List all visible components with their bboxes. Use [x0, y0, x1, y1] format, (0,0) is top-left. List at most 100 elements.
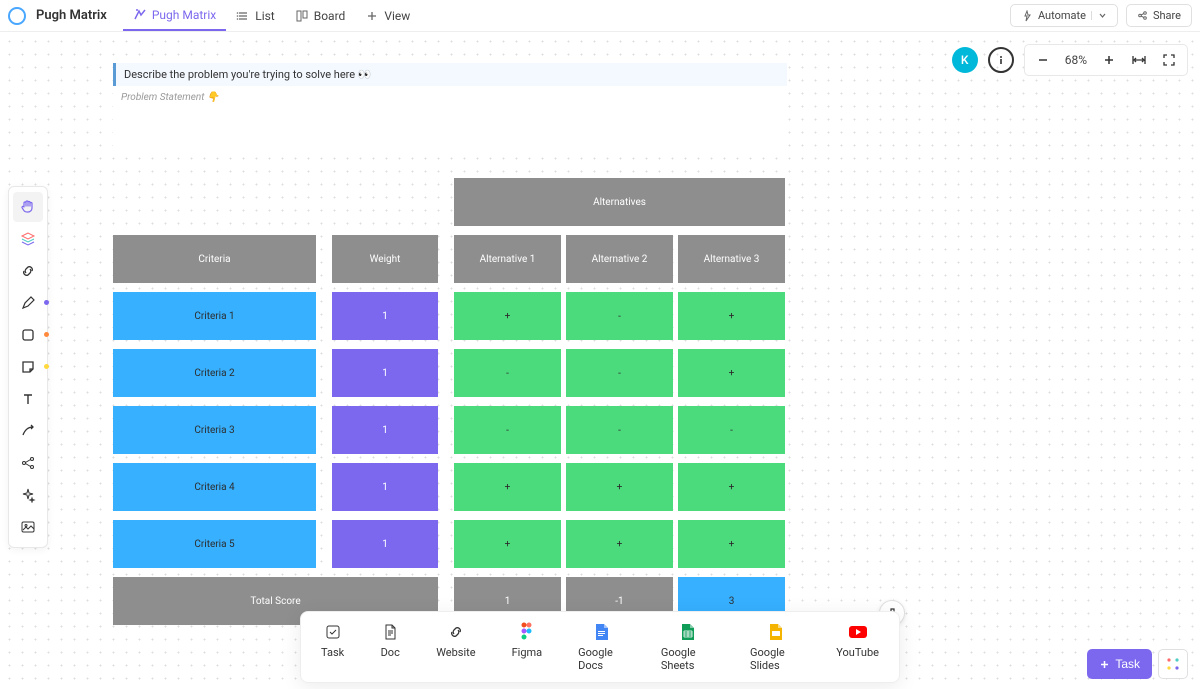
weight-cell[interactable]: 1 [332, 292, 438, 340]
alt-cell[interactable]: - [678, 406, 785, 454]
app-header: Pugh Matrix Pugh Matrix List Board [0, 0, 1200, 32]
criteria-cell[interactable]: Criteria 1 [113, 292, 316, 340]
zoom-out-button[interactable] [1031, 48, 1055, 72]
automate-label: Automate [1038, 9, 1086, 22]
alt-cell[interactable]: + [678, 520, 785, 568]
plus-icon [1099, 659, 1110, 670]
layers-tool[interactable] [13, 224, 43, 254]
info-button[interactable] [988, 47, 1014, 73]
whiteboard-canvas[interactable]: K 68% Describe the problem you're trying… [0, 32, 1200, 689]
tray-label: Google Docs [578, 646, 625, 672]
header-alt3[interactable]: Alternative 3 [678, 235, 785, 283]
board-icon [295, 9, 309, 23]
alt-cell[interactable]: - [566, 292, 673, 340]
list-icon [236, 9, 250, 23]
shape-tool[interactable] [13, 320, 43, 350]
figma-icon [517, 622, 537, 642]
alt-cell[interactable]: + [678, 463, 785, 511]
tab-label: List [255, 9, 275, 23]
tab-whiteboard[interactable]: Pugh Matrix [123, 1, 226, 31]
insert-tray: Task Doc Website Figma Google Docs Googl… [300, 611, 900, 683]
tab-list[interactable]: List [226, 2, 285, 30]
alt-cell[interactable]: + [566, 463, 673, 511]
zoom-level[interactable]: 68% [1061, 53, 1091, 67]
tray-gdocs[interactable]: Google Docs [570, 620, 633, 674]
header-alt1[interactable]: Alternative 1 [454, 235, 561, 283]
header-right: Automate Share [1010, 4, 1192, 27]
alt-cell[interactable]: + [454, 520, 561, 568]
sticky-tool[interactable] [13, 352, 43, 382]
criteria-cell[interactable]: Criteria 2 [113, 349, 316, 397]
fullscreen-button[interactable] [1157, 48, 1181, 72]
alt-cell[interactable]: - [454, 406, 561, 454]
criteria-cell[interactable]: Criteria 4 [113, 463, 316, 511]
zoom-in-button[interactable] [1097, 48, 1121, 72]
alternatives-header[interactable]: Alternatives [454, 178, 785, 226]
alt-cell[interactable]: + [454, 292, 561, 340]
tab-label: Pugh Matrix [152, 8, 216, 22]
mindmap-tool[interactable] [13, 448, 43, 478]
link-tool[interactable] [13, 256, 43, 286]
color-dot-icon [44, 332, 49, 337]
tab-board[interactable]: Board [285, 2, 356, 30]
tab-label: Board [314, 9, 346, 23]
header-criteria[interactable]: Criteria [113, 235, 316, 283]
tray-label: Task [321, 646, 344, 659]
callout: Describe the problem you're trying to so… [113, 63, 787, 86]
share-icon [1137, 10, 1148, 21]
view-tabs: Pugh Matrix List Board View [123, 1, 420, 31]
task-button-label: Task [1115, 657, 1140, 671]
header-alt2[interactable]: Alternative 2 [566, 235, 673, 283]
user-avatar[interactable]: K [952, 47, 978, 73]
chevron-down-icon [1091, 11, 1107, 20]
bottom-right-actions: Task [1087, 649, 1188, 679]
zoom-controls: 68% [1024, 44, 1188, 76]
problem-statement-block[interactable]: Describe the problem you're trying to so… [113, 63, 787, 148]
alt-cell[interactable]: - [454, 349, 561, 397]
tray-figma[interactable]: Figma [504, 620, 551, 674]
header-weight[interactable]: Weight [332, 235, 438, 283]
connector-tool[interactable] [13, 416, 43, 446]
tray-label: Google Sheets [661, 646, 714, 672]
create-task-button[interactable]: Task [1087, 649, 1152, 679]
fit-width-button[interactable] [1127, 48, 1151, 72]
share-button[interactable]: Share [1126, 4, 1192, 27]
automate-button[interactable]: Automate [1010, 4, 1118, 27]
alt-cell[interactable]: + [566, 520, 673, 568]
app-logo-icon [8, 7, 26, 25]
weight-cell[interactable]: 1 [332, 406, 438, 454]
weight-cell[interactable]: 1 [332, 349, 438, 397]
tray-task[interactable]: Task [313, 620, 352, 674]
alt-cell[interactable]: + [678, 349, 785, 397]
weight-cell[interactable]: 1 [332, 520, 438, 568]
tray-doc[interactable]: Doc [372, 620, 408, 674]
alt-cell[interactable]: - [566, 349, 673, 397]
canvas-controls: K 68% [952, 44, 1188, 76]
pen-tool[interactable] [13, 288, 43, 318]
criteria-cell[interactable]: Criteria 5 [113, 520, 316, 568]
tray-label: Website [436, 646, 475, 659]
weight-cell[interactable]: 1 [332, 463, 438, 511]
link-icon [446, 622, 466, 642]
alt-cell[interactable]: - [566, 406, 673, 454]
problem-label: Problem Statement 👇 [113, 86, 787, 148]
criteria-cell[interactable]: Criteria 3 [113, 406, 316, 454]
tray-youtube[interactable]: YouTube [828, 620, 887, 674]
gsheets-icon [677, 622, 697, 642]
text-tool[interactable] [13, 384, 43, 414]
tab-add-view[interactable]: View [355, 2, 420, 30]
tray-gsheets[interactable]: Google Sheets [653, 620, 722, 674]
matrix-row: Criteria 4 1 + + + [113, 463, 785, 511]
color-dot-icon [44, 364, 49, 369]
matrix-row: Criteria 5 1 + + + [113, 520, 785, 568]
alt-cell[interactable]: + [454, 463, 561, 511]
tray-gslides[interactable]: Google Slides [742, 620, 808, 674]
tray-website[interactable]: Website [428, 620, 483, 674]
alt-cell[interactable]: + [678, 292, 785, 340]
image-tool[interactable] [13, 512, 43, 542]
hand-tool[interactable] [13, 192, 43, 222]
doc-icon [380, 622, 400, 642]
color-dot-icon [44, 300, 49, 305]
apps-button[interactable] [1158, 649, 1188, 679]
ai-tool[interactable] [13, 480, 43, 510]
